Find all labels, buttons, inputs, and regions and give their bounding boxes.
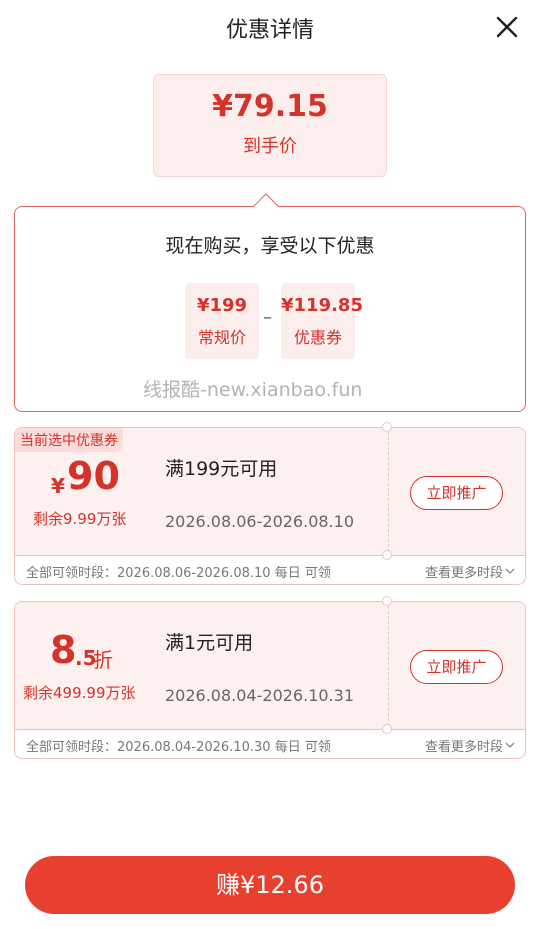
- coupon-discount-value: ¥119.85: [281, 295, 363, 316]
- coupon-body: 8 .5 折 剩余499.99万张 满1元可用 2026.08.04-2026.…: [15, 602, 525, 730]
- coupon-validity: 2026.08.06-2026.08.10: [165, 512, 354, 531]
- coupon-time-range: 全部可领时段：2026.08.06-2026.08.10 每日 可领: [26, 566, 331, 581]
- promote-button[interactable]: 立即推广: [410, 476, 503, 510]
- currency-symbol: ¥: [51, 474, 65, 498]
- discount-amount: 8: [50, 628, 77, 672]
- coupon-validity: 2026.08.04-2026.10.31: [165, 686, 354, 705]
- original-price-label: 常规价: [197, 328, 246, 347]
- earn-button[interactable]: 赚¥12.66: [25, 856, 515, 914]
- header: 优惠详情: [0, 0, 540, 52]
- discount-unit: 折: [93, 648, 113, 672]
- coupon-condition: 满199元可用: [165, 458, 278, 480]
- summary-title: 现在购买，享受以下优惠: [165, 235, 375, 257]
- coupon-notch: [382, 724, 392, 734]
- discount-summary: 现在购买，享受以下优惠 ¥199 常规价 – ¥119.85 优惠券 线报酷-n…: [14, 206, 526, 412]
- coupon-notch: [382, 550, 392, 560]
- coupon-discount-chip: ¥119.85 优惠券: [281, 283, 363, 359]
- coupon-card[interactable]: 当前选中优惠券 ¥ 90 剩余9.99万张 满199元可用 2026.08.06…: [14, 427, 526, 585]
- coupon-notch: [382, 596, 392, 606]
- coupon-time-row: 全部可领时段：2026.08.06-2026.08.10 每日 可领 查看更多时…: [15, 556, 525, 584]
- coupon-remaining: 剩余9.99万张: [33, 510, 127, 528]
- promote-button[interactable]: 立即推广: [410, 650, 503, 684]
- coupon-divider: [388, 606, 389, 726]
- coupon-card[interactable]: 8 .5 折 剩余499.99万张 满1元可用 2026.08.04-2026.…: [14, 601, 526, 759]
- final-price-label: 到手价: [243, 136, 297, 157]
- coupon-remaining: 剩余499.99万张: [23, 684, 136, 702]
- coupon-time-row: 全部可领时段：2026.08.04-2026.10.30 每日 可领 查看更多时…: [15, 730, 525, 758]
- more-times-link[interactable]: 查看更多时段: [425, 562, 503, 581]
- final-price: ¥79.15: [212, 89, 328, 124]
- minus-sign: –: [263, 307, 272, 328]
- original-price-value: ¥199: [196, 295, 248, 316]
- coupon-amount: 90: [67, 454, 120, 498]
- close-icon[interactable]: [496, 16, 518, 38]
- original-price-chip: ¥199 常规价: [185, 283, 259, 359]
- selected-coupon-tag: 当前选中优惠券: [15, 428, 123, 452]
- coupon-condition: 满1元可用: [165, 632, 254, 654]
- coupon-body: 当前选中优惠券 ¥ 90 剩余9.99万张 满199元可用 2026.08.06…: [15, 428, 525, 556]
- coupon-notch: [382, 422, 392, 432]
- chevron-down-icon[interactable]: [505, 568, 515, 574]
- watermark: 线报酷-new.xianbao.fun: [143, 379, 363, 401]
- page-title: 优惠详情: [225, 18, 314, 43]
- more-times-link[interactable]: 查看更多时段: [425, 736, 503, 755]
- final-price-card: ¥79.15 到手价: [153, 74, 387, 177]
- coupon-divider: [388, 432, 389, 552]
- coupon-time-range: 全部可领时段：2026.08.04-2026.10.30 每日 可领: [26, 740, 331, 755]
- coupon-discount-label: 优惠券: [293, 328, 342, 347]
- chevron-down-icon[interactable]: [505, 742, 515, 748]
